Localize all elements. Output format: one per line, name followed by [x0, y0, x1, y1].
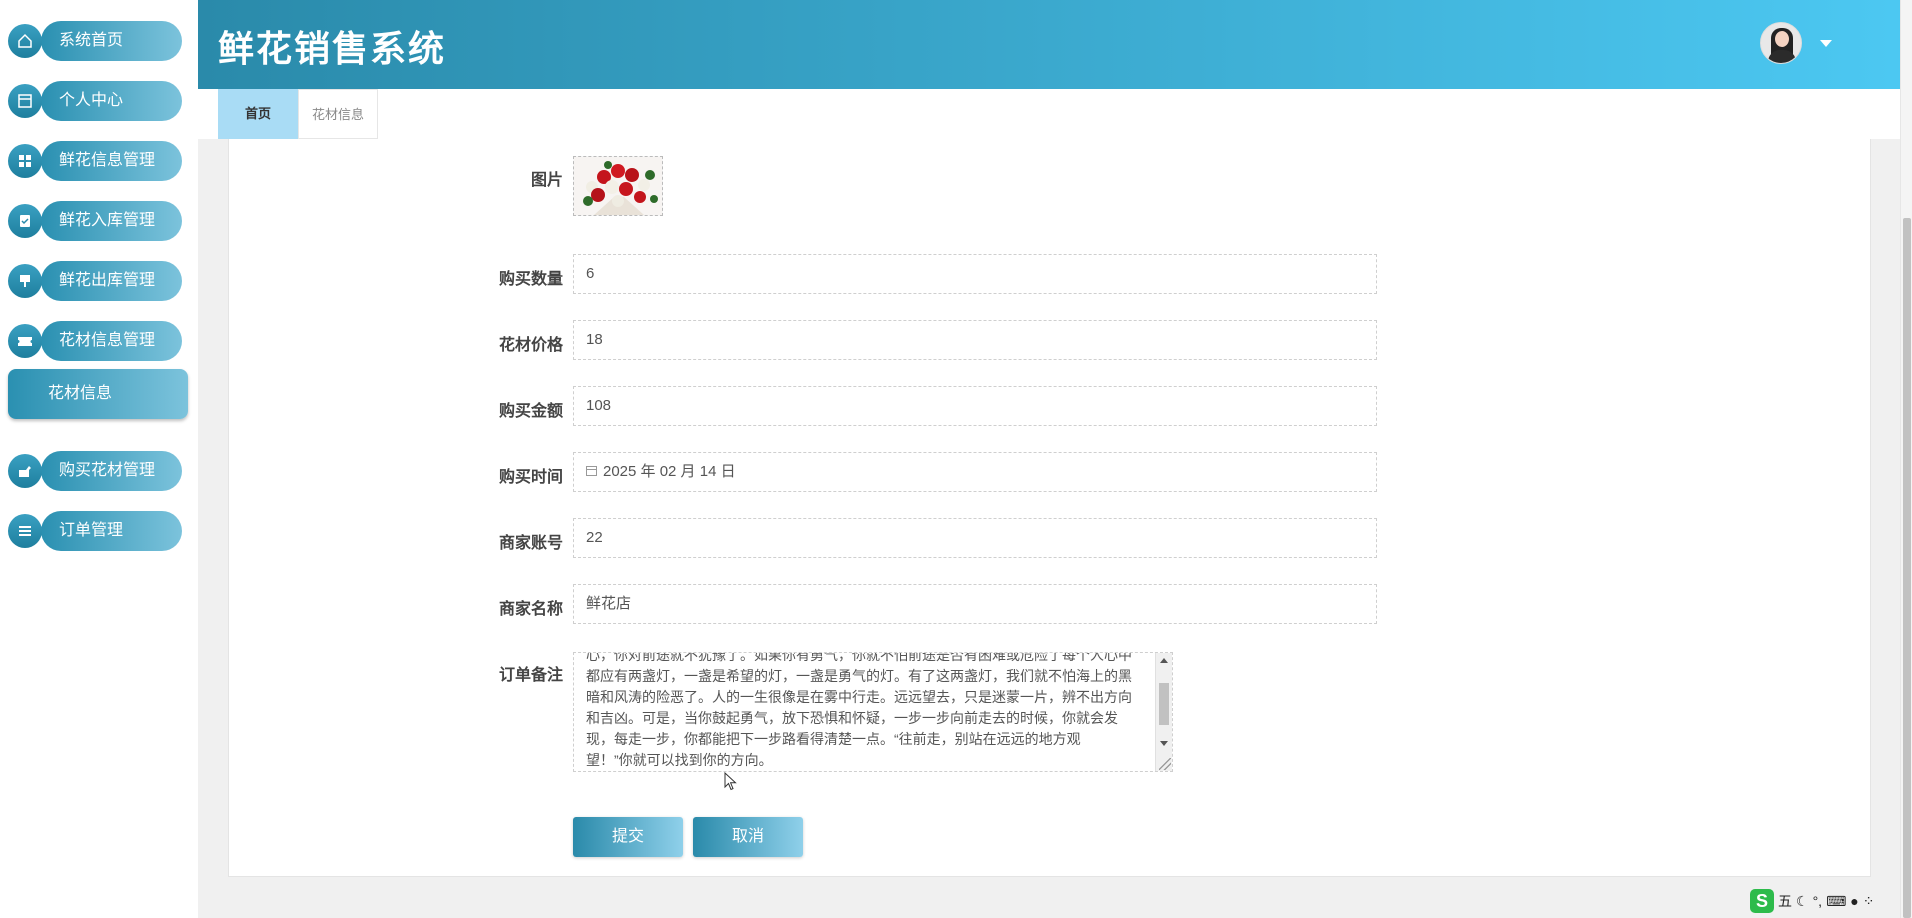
ime-mode[interactable]: 五: [1778, 891, 1792, 911]
cart-icon: [8, 454, 42, 488]
quantity-field[interactable]: 6: [573, 254, 1377, 294]
sidebar-item-flower-inbound[interactable]: 鲜花入库管理: [8, 201, 182, 241]
cancel-button[interactable]: 取消: [693, 817, 803, 857]
calendar-icon: [586, 465, 597, 476]
purchase-time-field[interactable]: 2025 年 02 月 14 日: [573, 452, 1377, 492]
list-icon: [8, 514, 42, 548]
price-field[interactable]: 18: [573, 320, 1377, 360]
sidebar-item-label: 鲜花出库管理: [41, 261, 182, 301]
stamp-icon: [8, 264, 42, 298]
apps-icon[interactable]: ⁘: [1863, 893, 1875, 910]
tab-bar: 首页 花材信息: [198, 89, 1900, 139]
merchant-account-label: 商家账号: [498, 535, 563, 552]
sidebar-item-label: 购买花材管理: [41, 451, 182, 491]
amount-label: 购买金额: [498, 403, 563, 420]
sidebar-item-label: 鲜花入库管理: [41, 201, 182, 241]
chevron-down-icon[interactable]: [1820, 40, 1832, 47]
scroll-thumb[interactable]: [1159, 683, 1169, 725]
order-note-text: 心，你对前途就不犹豫了。如果你有勇气，你就不怕前途是否有困难或危险了每个人心中 …: [586, 652, 1132, 768]
submit-button[interactable]: 提交: [573, 817, 683, 857]
sidebar-item-label: 订单管理: [41, 511, 182, 551]
ime-toolbar[interactable]: S 五 ☾ °, ⌨ ● ⁘: [1750, 888, 1874, 914]
ime-logo-icon[interactable]: S: [1750, 889, 1774, 913]
price-label: 花材价格: [498, 337, 563, 354]
top-header: 鲜花销售系统: [198, 0, 1900, 89]
merchant-name-field[interactable]: 鲜花店: [573, 584, 1377, 624]
purchase-time-value: 2025 年 02 月 14 日: [603, 463, 736, 480]
order-note-label: 订单备注: [498, 667, 563, 684]
tab-home[interactable]: 首页: [218, 89, 298, 139]
flower-image[interactable]: [573, 156, 663, 216]
app-title: 鲜花销售系统: [218, 28, 447, 69]
tab-material-info[interactable]: 花材信息: [298, 89, 378, 139]
resize-grip-icon[interactable]: [1159, 758, 1171, 770]
keyboard-icon[interactable]: ⌨: [1826, 893, 1846, 910]
profile-card-icon: [8, 84, 42, 118]
sidebar-item-label: 个人中心: [41, 81, 182, 121]
sidebar-item-label: 鲜花信息管理: [41, 141, 182, 181]
grid-icon: [8, 144, 42, 178]
scroll-up-icon[interactable]: [1160, 658, 1168, 663]
clipboard-icon: [8, 204, 42, 238]
textarea-scrollbar[interactable]: [1155, 653, 1172, 771]
punctuation-icon[interactable]: °,: [1813, 893, 1823, 909]
sidebar-subitem-material-info[interactable]: 花材信息: [8, 369, 188, 419]
user-icon[interactable]: ●: [1850, 893, 1858, 909]
sidebar-item-home[interactable]: 系统首页: [8, 21, 182, 61]
rose-bouquet-image: [574, 157, 662, 215]
merchant-account-field[interactable]: 22: [573, 518, 1377, 558]
avatar[interactable]: [1760, 22, 1802, 64]
sidebar-item-material-info[interactable]: 花材信息管理: [8, 321, 182, 361]
moon-icon[interactable]: ☾: [1796, 893, 1809, 910]
mouse-cursor-icon: [724, 772, 737, 791]
sidebar-item-label: 系统首页: [41, 21, 182, 61]
image-label: 图片: [530, 172, 563, 189]
amount-field[interactable]: 108: [573, 386, 1377, 426]
quantity-label: 购买数量: [498, 271, 563, 288]
order-note-textarea[interactable]: 心，你对前途就不犹豫了。如果你有勇气，你就不怕前途是否有困难或危险了每个人心中 …: [573, 652, 1173, 772]
page-scrollbar[interactable]: [1900, 0, 1912, 918]
home-icon: [8, 24, 42, 58]
sidebar-item-personal-center[interactable]: 个人中心: [8, 81, 182, 121]
sidebar-item-flower-info[interactable]: 鲜花信息管理: [8, 141, 182, 181]
sidebar-item-label: 花材信息管理: [41, 321, 182, 361]
scroll-down-icon[interactable]: [1160, 741, 1168, 746]
sidebar-item-orders[interactable]: 订单管理: [8, 511, 182, 551]
ticket-icon: [8, 324, 42, 358]
sidebar-item-purchase-material[interactable]: 购买花材管理: [8, 451, 182, 491]
sidebar: 系统首页 个人中心 鲜花信息管理 鲜花入库管理 鲜花出库管理 花材信息管理 花材…: [0, 0, 198, 918]
merchant-name-label: 商家名称: [498, 601, 563, 618]
purchase-time-label: 购买时间: [498, 469, 563, 486]
sidebar-item-flower-outbound[interactable]: 鲜花出库管理: [8, 261, 182, 301]
page-scroll-thumb[interactable]: [1903, 218, 1911, 918]
